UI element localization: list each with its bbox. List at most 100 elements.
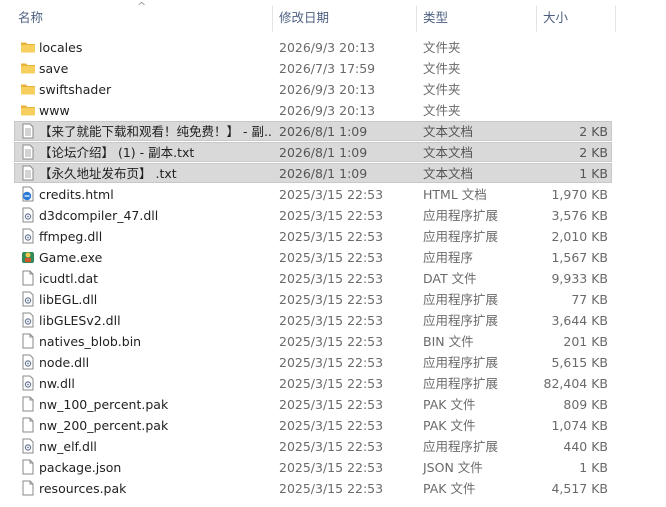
generic-file-icon: [20, 270, 36, 286]
file-name: Game.exe: [39, 250, 103, 265]
file-date-modified: 2025/3/15 22:53: [279, 481, 384, 496]
file-name: nw.dll: [39, 376, 75, 391]
file-type: 文件夹: [423, 61, 461, 76]
file-name: 【永久地址发布页】 .txt: [39, 166, 177, 181]
file-type: 文本文档: [423, 166, 474, 181]
file-name: save: [39, 61, 69, 76]
file-type: 文件夹: [423, 82, 461, 97]
file-name: package.json: [39, 460, 122, 475]
file-row[interactable]: node.dll 2025/3/15 22:53 应用程序扩展 5,615 KB: [0, 352, 666, 373]
file-name: icudtl.dat: [39, 271, 99, 286]
file-date-modified: 2025/3/15 22:53: [279, 229, 384, 244]
file-row[interactable]: 【来了就能下载和观看！纯免费！】 - 副... 2026/8/1 1:09 文本文档…: [0, 121, 666, 142]
file-date-modified: 2026/9/3 20:13: [279, 103, 376, 118]
file-row[interactable]: resources.pak 2025/3/15 22:53 PAK 文件 4,517 …: [0, 478, 666, 499]
file-row[interactable]: Game.exe 2025/3/15 22:53 应用程序 1,567 KB: [0, 247, 666, 268]
column-divider[interactable]: [536, 6, 537, 32]
file-row[interactable]: save 2026/7/3 17:59 文件夹: [0, 58, 666, 79]
file-row[interactable]: swiftshader 2026/9/3 20:13 文件夹: [0, 79, 666, 100]
file-date-modified: 2025/3/15 22:53: [279, 334, 384, 349]
generic-file-icon: [20, 417, 36, 433]
file-row[interactable]: nw_100_percent.pak 2025/3/15 22:53 PAK 文件 8…: [0, 394, 666, 415]
column-divider[interactable]: [272, 6, 273, 32]
file-type: PAK 文件: [423, 418, 476, 433]
column-divider[interactable]: [615, 6, 616, 32]
file-row[interactable]: nw_200_percent.pak 2025/3/15 22:53 PAK 文件 1…: [0, 415, 666, 436]
text-file-icon: [20, 165, 36, 181]
file-row[interactable]: www 2026/9/3 20:13 文件夹: [0, 100, 666, 121]
file-name: credits.html: [39, 187, 114, 202]
file-size: 809 KB: [563, 397, 608, 412]
file-date-modified: 2025/3/15 22:53: [279, 292, 384, 307]
file-row[interactable]: package.json 2025/3/15 22:53 JSON 文件 1 KB: [0, 457, 666, 478]
file-date-modified: 2026/8/1 1:09: [279, 124, 368, 139]
file-row[interactable]: nw.dll 2025/3/15 22:53 应用程序扩展 82,404 KB: [0, 373, 666, 394]
file-size: 201 KB: [563, 334, 608, 349]
file-name: node.dll: [39, 355, 90, 370]
column-divider[interactable]: [416, 6, 417, 32]
file-date-modified: 2025/3/15 22:53: [279, 439, 384, 454]
column-date-modified[interactable]: 修改日期: [275, 0, 416, 36]
file-size: 9,933 KB: [551, 271, 608, 286]
file-row[interactable]: credits.html 2025/3/15 22:53 HTML 文档 1,970 …: [0, 184, 666, 205]
file-type: 文本文档: [423, 124, 474, 139]
file-size: [530, 58, 608, 79]
file-row[interactable]: icudtl.dat 2025/3/15 22:53 DAT 文件 9,933 KB: [0, 268, 666, 289]
dll-file-icon: [20, 375, 36, 391]
file-row[interactable]: d3dcompiler_47.dll 2025/3/15 22:53 应用程序扩展 3…: [0, 205, 666, 226]
file-date-modified: 2025/3/15 22:53: [279, 376, 384, 391]
file-size: 77 KB: [571, 292, 608, 307]
file-date-modified: 2025/3/15 22:53: [279, 250, 384, 265]
file-date-modified: 2025/3/15 22:53: [279, 418, 384, 433]
dll-file-icon: [20, 228, 36, 244]
file-name: d3dcompiler_47.dll: [39, 208, 159, 223]
column-name[interactable]: 名称: [14, 0, 272, 36]
file-type: 应用程序扩展: [423, 376, 499, 391]
file-row[interactable]: locales 2026/9/3 20:13 文件夹: [0, 37, 666, 58]
file-date-modified: 2025/3/15 22:53: [279, 187, 384, 202]
file-size: 5,615 KB: [551, 355, 608, 370]
file-name: locales: [39, 40, 83, 55]
folder-icon: [20, 81, 36, 97]
file-type: 文本文档: [423, 145, 474, 160]
column-size[interactable]: 大小: [539, 0, 615, 36]
file-type: DAT 文件: [423, 271, 477, 286]
file-row[interactable]: libEGL.dll 2025/3/15 22:53 应用程序扩展 77 KB: [0, 289, 666, 310]
file-row[interactable]: 【论坛介绍】 (1) - 副本.txt 2026/8/1 1:09 文本文档 2 KB: [0, 142, 666, 163]
file-size: [530, 79, 608, 100]
file-size: [530, 100, 608, 121]
text-file-icon: [20, 144, 36, 160]
folder-icon: [20, 60, 36, 76]
column-type[interactable]: 类型: [419, 0, 536, 36]
file-row[interactable]: ffmpeg.dll 2025/3/15 22:53 应用程序扩展 2,010 KB: [0, 226, 666, 247]
generic-file-icon: [20, 333, 36, 349]
dll-file-icon: [20, 312, 36, 328]
file-date-modified: 2026/7/3 17:59: [279, 61, 376, 76]
file-name: 【来了就能下载和观看！纯免费！】 - 副...: [39, 124, 271, 139]
file-type: JSON 文件: [423, 460, 483, 475]
file-size: [530, 37, 608, 58]
file-size: 2 KB: [579, 145, 608, 160]
html-file-icon: [20, 186, 36, 202]
dll-file-icon: [20, 354, 36, 370]
file-row[interactable]: 【永久地址发布页】 .txt 2026/8/1 1:09 文本文档 1 KB: [0, 163, 666, 184]
generic-file-icon: [20, 396, 36, 412]
file-type: 应用程序: [423, 250, 474, 265]
column-header: ^ 名称 修改日期 类型 大小: [0, 0, 666, 36]
file-size: 1,074 KB: [551, 418, 608, 433]
file-name: nw_100_percent.pak: [39, 397, 169, 412]
file-date-modified: 2025/3/15 22:53: [279, 460, 384, 475]
folder-icon: [20, 102, 36, 118]
file-type: 应用程序扩展: [423, 229, 499, 244]
file-row[interactable]: libGLESv2.dll 2025/3/15 22:53 应用程序扩展 3,644 …: [0, 310, 666, 331]
folder-icon: [20, 39, 36, 55]
file-size: 1,970 KB: [551, 187, 608, 202]
file-name: natives_blob.bin: [39, 334, 142, 349]
file-name: ffmpeg.dll: [39, 229, 103, 244]
file-name: 【论坛介绍】 (1) - 副本.txt: [39, 145, 195, 160]
file-row[interactable]: nw_elf.dll 2025/3/15 22:53 应用程序扩展 440 KB: [0, 436, 666, 457]
game-exe-icon: [20, 249, 36, 265]
file-row[interactable]: natives_blob.bin 2025/3/15 22:53 BIN 文件 201…: [0, 331, 666, 352]
file-name: libEGL.dll: [39, 292, 98, 307]
file-name: libGLESv2.dll: [39, 313, 121, 328]
